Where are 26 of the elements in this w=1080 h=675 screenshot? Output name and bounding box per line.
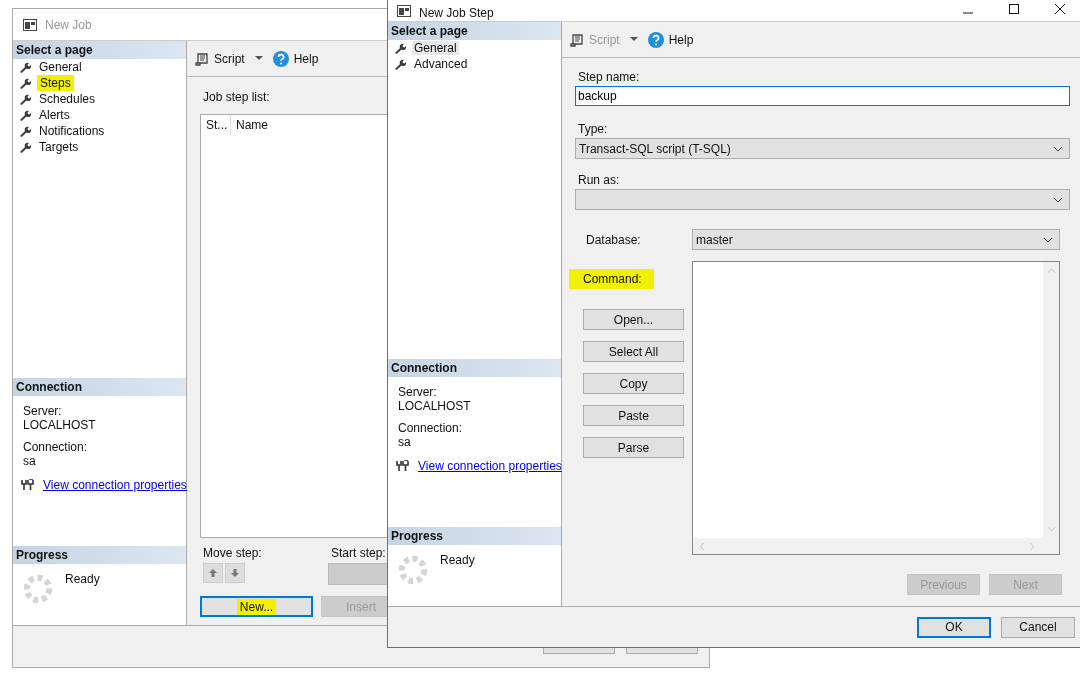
section-header: Progress	[388, 527, 561, 545]
start-step-label: Start step:	[331, 546, 387, 560]
job-step-list-label: Job step list:	[203, 90, 270, 104]
window-title: New Job Step	[419, 6, 494, 20]
move-step-label: Move step:	[203, 546, 263, 560]
section-header: Select a page	[13, 41, 186, 59]
connection-value: sa	[398, 435, 412, 449]
server-label: Server:	[398, 385, 438, 399]
server-value: LOCALHOST	[23, 418, 97, 432]
connection-value: sa	[23, 454, 37, 468]
run-as-label: Run as:	[577, 173, 621, 187]
connection-label: Connection:	[398, 421, 464, 435]
section-header: Connection	[388, 359, 561, 377]
progress-status: Ready	[65, 572, 100, 588]
section-header: Select a page	[388, 22, 561, 40]
window-title: New Job	[45, 17, 92, 32]
server-label: Server:	[23, 404, 63, 418]
server-value: LOCALHOST	[398, 399, 472, 413]
section-header: Connection	[13, 378, 186, 396]
section-header: Progress	[13, 546, 186, 564]
command-label: Command:	[569, 269, 654, 289]
step-name-label: Step name:	[577, 70, 641, 84]
database-label: Database:	[585, 232, 642, 247]
type-label: Type:	[577, 122, 609, 136]
progress-status: Ready	[440, 553, 475, 569]
connection-label: Connection:	[23, 440, 89, 454]
